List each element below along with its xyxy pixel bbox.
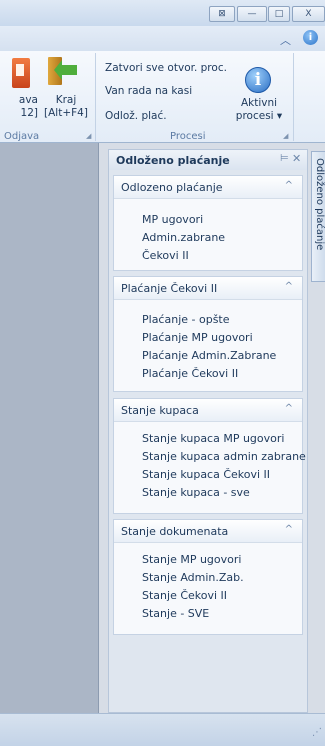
section-title: Odlozeno plaćanje (121, 181, 223, 194)
maximize-window-button[interactable]: □ (268, 6, 290, 22)
list-item[interactable]: Stanje - SVE (142, 607, 209, 620)
list-item[interactable]: Stanje Admin.Zab. (142, 571, 244, 584)
restore-window-button[interactable]: ⊠ (209, 6, 235, 22)
chevron-up-icon[interactable]: ^ (285, 524, 293, 535)
pin-icon[interactable]: ⊨ (280, 153, 289, 164)
exit-button-label-1: Kraj (55, 94, 77, 106)
side-tab-label: Odloženo plaćanje (314, 158, 325, 251)
section-odlozeno-placanje: Odlozeno plaćanje ^ MP ugovori Admin.zab… (113, 175, 303, 271)
section-placanje-cekovi: Plaćanje Čekovi II ^ Plaćanje - opšte Pl… (113, 276, 303, 392)
list-item[interactable]: Plaćanje - opšte (142, 313, 230, 326)
logout-icon[interactable] (12, 58, 30, 88)
exit-door-icon[interactable] (48, 57, 78, 87)
section-stanje-dokumenata: Stanje dokumenata ^ Stanje MP ugovori St… (113, 519, 303, 635)
section-header[interactable]: Stanje dokumenata ^ (114, 520, 302, 543)
resize-grip-icon[interactable]: ⋰ (312, 727, 322, 738)
dialog-launcher-icon[interactable]: ◢ (283, 133, 290, 140)
section-header[interactable]: Plaćanje Čekovi II ^ (114, 277, 302, 300)
logout-button[interactable]: ava 12] (0, 94, 38, 120)
section-title: Stanje dokumenata (121, 525, 229, 538)
group-divider (95, 53, 96, 141)
list-item[interactable]: Stanje kupaca Čekovi II (142, 468, 270, 481)
side-tab-odlozeno-placanje[interactable]: Odloženo plaćanje (311, 151, 325, 282)
section-header[interactable]: Stanje kupaca ^ (114, 399, 302, 422)
exit-button-label-2: [Alt+F4] (44, 107, 88, 119)
section-title: Stanje kupaca (121, 404, 199, 417)
help-icon[interactable]: i (303, 30, 318, 45)
list-item[interactable]: Stanje MP ugovori (142, 553, 241, 566)
section-header[interactable]: Odlozeno plaćanje ^ (114, 176, 302, 199)
close-window-button[interactable]: X (292, 6, 325, 22)
logout-button-label-2: 12] (20, 107, 38, 119)
status-bar (0, 713, 325, 746)
minimize-window-button[interactable]: — (237, 6, 267, 22)
deferred-payment-panel: Odloženo plaćanje ⊨ ✕ Odlozeno plaćanje … (108, 149, 308, 713)
active-processes-icon[interactable]: i (245, 67, 271, 93)
list-item[interactable]: Plaćanje Admin.Zabrane (142, 349, 276, 362)
dialog-launcher-icon[interactable]: ◢ (86, 133, 93, 140)
chevron-up-icon[interactable]: ︿ (280, 32, 291, 48)
active-processes-button[interactable]: Aktivni procesi ▾ (228, 97, 290, 123)
list-item[interactable]: Stanje kupaca admin zabrane (142, 450, 306, 463)
logout-button-label-1: ava (18, 94, 38, 106)
chevron-up-icon[interactable]: ^ (285, 403, 293, 414)
group-label-procesi: Procesi (170, 131, 206, 142)
panel-header: Odloženo plaćanje ⊨ ✕ (109, 150, 307, 170)
out-of-work-button[interactable]: Van rada na kasi (105, 85, 192, 97)
list-item[interactable]: Plaćanje MP ugovori (142, 331, 253, 344)
active-processes-label-2: procesi ▾ (235, 110, 283, 122)
list-item[interactable]: Stanje kupaca MP ugovori (142, 432, 284, 445)
group-label-odjava: Odjava (4, 131, 40, 142)
chevron-up-icon[interactable]: ^ (285, 281, 293, 292)
list-item[interactable]: Admin.zabrane (142, 231, 225, 244)
close-all-processes-button[interactable]: Zatvori sve otvor. proc. (105, 62, 227, 74)
list-item[interactable]: Plaćanje Čekovi II (142, 367, 238, 380)
main-workspace (0, 143, 99, 713)
group-divider (293, 53, 294, 141)
list-item[interactable]: MP ugovori (142, 213, 203, 226)
window-titlebar: ⊠ — □ X (0, 0, 325, 26)
list-item[interactable]: Stanje kupaca - sve (142, 486, 250, 499)
deferred-payment-button[interactable]: Odlož. plać. (105, 110, 167, 122)
section-title: Plaćanje Čekovi II (121, 282, 218, 295)
close-icon[interactable]: ✕ (292, 152, 301, 165)
list-item[interactable]: Čekovi II (142, 249, 189, 262)
section-stanje-kupaca: Stanje kupaca ^ Stanje kupaca MP ugovori… (113, 398, 306, 514)
list-item[interactable]: Stanje Čekovi II (142, 589, 227, 602)
chevron-up-icon[interactable]: ^ (285, 180, 293, 191)
exit-button[interactable]: Kraj [Alt+F4] (42, 94, 90, 120)
active-processes-label-1: Aktivni (240, 97, 278, 109)
panel-title: Odloženo plaćanje (116, 154, 230, 167)
ribbon-tab-strip (0, 26, 325, 52)
